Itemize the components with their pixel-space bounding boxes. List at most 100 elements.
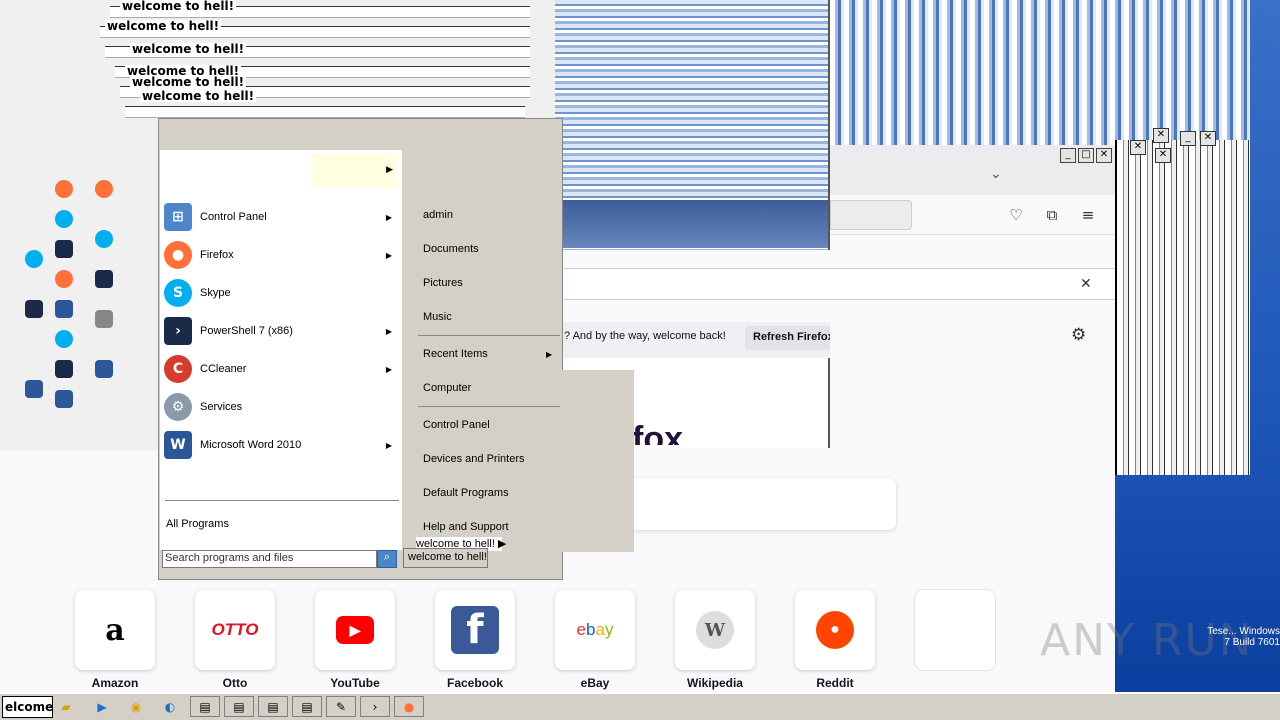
tab-list-chevron-icon[interactable]: ⌄	[990, 165, 1006, 181]
submenu-arrow-icon: ▶	[385, 440, 392, 450]
shortcut-empty[interactable]	[915, 590, 995, 676]
places-pictures[interactable]: Pictures	[423, 277, 463, 289]
edge-icon[interactable]: ◐	[160, 696, 180, 717]
submenu-arrow-icon: ▶	[385, 212, 392, 222]
glitch-title: welcome to hell!	[140, 89, 257, 103]
places-computer[interactable]: Computer	[423, 382, 471, 394]
powershell-icon: ›	[164, 317, 192, 345]
places-divider	[418, 406, 560, 407]
shortcut-youtube[interactable]: ▶ YouTube	[315, 590, 395, 690]
taskbar-notepad-button[interactable]: ✎	[326, 696, 356, 717]
skype-icon: S	[164, 279, 192, 307]
refresh-notification-text: ? And by the way, welcome back!	[564, 330, 726, 342]
program-label: Firefox	[200, 249, 234, 261]
minimize-button[interactable]: _	[1060, 148, 1076, 163]
glitch-title: welcome to hell!	[105, 19, 222, 33]
newtab-search-box[interactable]	[630, 478, 896, 530]
close-button[interactable]: ✕	[1096, 148, 1112, 163]
places-default-programs[interactable]: Default Programs	[423, 487, 509, 499]
submenu-arrow-icon: ▶	[546, 350, 553, 359]
extensions-icon[interactable]: ⧉	[1042, 206, 1062, 226]
minimize-button[interactable]: _	[1180, 131, 1196, 146]
start-search-input[interactable]: Search programs and files	[162, 550, 377, 568]
places-documents[interactable]: Documents	[423, 243, 479, 255]
jump-list-highlight[interactable]: ▶	[312, 154, 397, 188]
program-powershell[interactable]: › PowerShell 7 (x86) ▶	[162, 313, 400, 349]
places-help-support[interactable]: Help and Support	[423, 521, 509, 533]
otto-icon: OTTO	[211, 620, 259, 639]
program-control-panel[interactable]: ⊞ Control Panel ▶	[162, 199, 400, 235]
shortcut-otto[interactable]: OTTO Otto	[195, 590, 275, 690]
all-programs-button[interactable]: All Programs	[166, 518, 229, 530]
taskbar-powershell-button[interactable]: ›	[360, 696, 390, 717]
shortcut-label: YouTube	[330, 676, 380, 690]
taskbar-window-button[interactable]: ▤	[190, 696, 220, 717]
places-control-panel[interactable]: Control Panel	[423, 419, 490, 431]
shortcut-amazon[interactable]: a Amazon	[75, 590, 155, 690]
shortcut-facebook[interactable]: f Facebook	[435, 590, 515, 690]
pocket-icon[interactable]: ♡	[1006, 206, 1026, 226]
ccleaner-icon: C	[164, 355, 192, 383]
maximize-button[interactable]: □	[1078, 148, 1094, 163]
program-label: CCleaner	[200, 363, 247, 375]
program-services[interactable]: ⚙ Services	[162, 389, 400, 425]
glitch-title: welcome to hell!	[130, 42, 247, 56]
glitch-window-trail-top	[830, 0, 1250, 145]
taskbar-window-button[interactable]: ▤	[224, 696, 254, 717]
shutdown-button[interactable]: welcome to hell!	[403, 548, 488, 568]
close-button[interactable]: ✕	[1200, 131, 1216, 146]
media-player-icon[interactable]: ▶	[92, 696, 112, 717]
services-icon: ⚙	[164, 393, 192, 421]
firefox-icon: ●	[164, 241, 192, 269]
submenu-arrow-icon: ▶	[385, 364, 392, 374]
program-label: Microsoft Word 2010	[200, 439, 302, 451]
facebook-icon: f	[451, 606, 499, 654]
taskbar-window-button[interactable]: ▤	[258, 696, 288, 717]
firefox-window-controls: _ □ ✕	[1060, 148, 1112, 163]
taskbar-firefox-button[interactable]: ●	[394, 696, 424, 717]
submenu-arrow-icon: ▶	[385, 250, 392, 260]
windows-build-text: Tese... Windows 7 Build 7601	[1207, 626, 1280, 648]
program-label: Control Panel	[200, 211, 267, 223]
program-ccleaner[interactable]: C CCleaner ▶	[162, 351, 400, 387]
places-recent-items[interactable]: Recent Items	[423, 348, 488, 360]
glitch-title: welcome to hell!	[120, 0, 237, 13]
url-bar[interactable]	[830, 200, 912, 230]
shortcut-reddit[interactable]: ● Reddit	[795, 590, 875, 690]
refresh-firefox-button[interactable]: Refresh Firefox	[745, 326, 830, 350]
taskbar-window-button[interactable]: ▤	[292, 696, 322, 717]
explorer-icon[interactable]: ▰	[56, 696, 76, 717]
glitch-window-cascade-right	[1115, 140, 1250, 475]
close-button[interactable]: ✕	[1155, 148, 1171, 163]
search-icon[interactable]: ⌕	[377, 550, 397, 568]
shortcut-wikipedia[interactable]: W Wikipedia	[675, 590, 755, 690]
wikipedia-icon: W	[696, 611, 734, 649]
places-user[interactable]: admin	[423, 209, 453, 221]
program-skype[interactable]: S Skype	[162, 275, 400, 311]
program-label: Skype	[200, 287, 231, 299]
notification-bar	[560, 268, 1115, 300]
glitch-title: welcome to hell!	[130, 75, 247, 89]
shortcut-ebay[interactable]: ebay eBay	[555, 590, 635, 690]
close-button[interactable]: ✕	[1153, 128, 1169, 143]
submenu-arrow-icon: ▶	[385, 326, 392, 336]
control-panel-icon: ⊞	[164, 203, 192, 231]
close-button[interactable]: ✕	[1130, 140, 1146, 155]
newtab-settings-icon[interactable]: ⚙	[1071, 325, 1086, 345]
program-word[interactable]: W Microsoft Word 2010 ▶	[162, 427, 400, 463]
ebay-icon: ebay	[576, 620, 614, 639]
menu-icon[interactable]: ≡	[1078, 206, 1098, 226]
shortcut-label: Facebook	[446, 676, 503, 690]
shortcut-label: eBay	[580, 676, 610, 690]
shortcut-label: Otto	[222, 676, 248, 690]
program-label: Services	[200, 401, 243, 413]
start-menu-divider	[165, 500, 399, 501]
notification-close-icon[interactable]: ✕	[1080, 275, 1092, 292]
places-music[interactable]: Music	[423, 311, 452, 323]
chrome-icon[interactable]: ◉	[126, 696, 146, 717]
start-menu-fragment	[562, 370, 634, 552]
start-button[interactable]: elcome to	[2, 696, 53, 718]
program-firefox[interactable]: ● Firefox ▶	[162, 237, 400, 273]
shortcut-label: Amazon	[91, 676, 139, 690]
places-devices-printers[interactable]: Devices and Printers	[423, 453, 525, 465]
